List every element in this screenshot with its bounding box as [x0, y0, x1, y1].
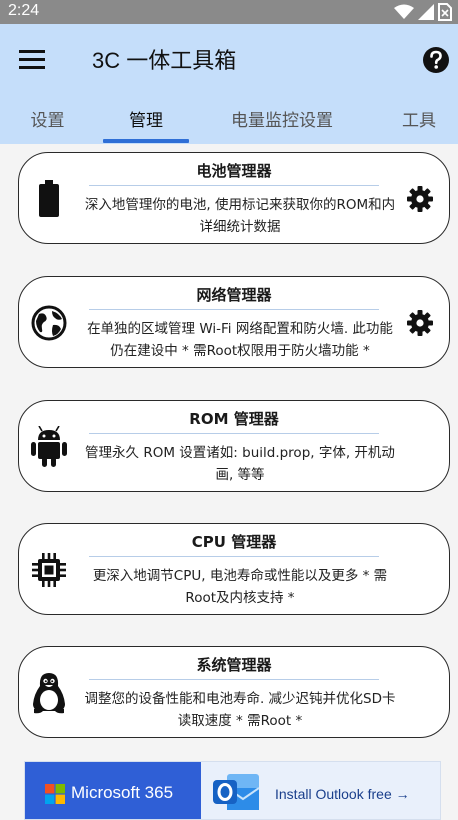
card-title: 网络管理器	[196, 286, 272, 304]
card-description: 更深入地调节CPU, 电池寿命或性能以及更多 * 需Root及内核支持 *	[92, 568, 388, 606]
system-manager-card[interactable]: 系统管理器 调整您的设备性能和电池寿命. 减少迟钝并优化SD卡读取速度 * 需R…	[18, 646, 450, 738]
card-divider	[89, 185, 379, 186]
help-icon[interactable]	[422, 46, 450, 74]
card-description: 调整您的设备性能和电池寿命. 减少迟钝并优化SD卡读取速度 * 需Root *	[84, 691, 396, 729]
settings-gear-icon[interactable]	[405, 308, 435, 338]
status-time: 2:24	[8, 2, 40, 19]
card-divider	[89, 679, 379, 680]
outlook-icon	[213, 774, 260, 810]
status-bar: 2:24	[0, 0, 458, 24]
card-title: CPU 管理器	[191, 533, 277, 551]
settings-gear-icon[interactable]	[405, 184, 435, 214]
card-divider	[89, 309, 379, 310]
linux-penguin-icon	[29, 673, 69, 714]
ad-brand-panel: Microsoft 365	[25, 762, 201, 819]
rom-manager-card[interactable]: ROM 管理器 管理永久 ROM 设置诸如: build.prop, 字体, 开…	[18, 400, 450, 492]
microsoft-logo-icon	[45, 784, 65, 804]
ad-banner[interactable]: Microsoft 365 Install Outlook free →	[24, 761, 441, 820]
manager-list: 电池管理器 深入地管理你的电池, 使用标记来获取你的ROM和内详细统计数据 网络…	[0, 144, 458, 820]
card-title: 系统管理器	[196, 656, 272, 674]
wifi-icon	[394, 4, 414, 19]
install-outlook-link[interactable]: Install Outlook free →	[275, 784, 410, 804]
card-description: 深入地管理你的电池, 使用标记来获取你的ROM和内详细统计数据	[84, 197, 396, 235]
cpu-chip-icon	[29, 550, 69, 590]
sim-icon	[438, 3, 452, 21]
cpu-manager-card[interactable]: CPU 管理器 更深入地调节CPU, 电池寿命或性能以及更多 * 需Root及内…	[18, 523, 450, 615]
card-description: 在单独的区域管理 Wi-Fi 网络配置和防火墙. 此功能仍在建设中 * 需Roo…	[87, 321, 393, 359]
app-bar: 3C 一体工具箱	[0, 24, 458, 99]
active-tab-indicator	[103, 139, 189, 143]
tab-power-monitor-settings[interactable]: 电量监控设置	[216, 99, 348, 144]
tab-settings[interactable]: 设置	[10, 99, 85, 144]
app-title: 3C 一体工具箱	[92, 48, 237, 73]
card-title: ROM 管理器	[189, 410, 279, 428]
tab-manage[interactable]: 管理	[103, 99, 189, 144]
battery-manager-card[interactable]: 电池管理器 深入地管理你的电池, 使用标记来获取你的ROM和内详细统计数据	[18, 152, 450, 244]
globe-icon	[29, 303, 69, 343]
hamburger-menu-icon[interactable]	[18, 48, 50, 74]
tab-bar: 设置 管理 电量监控设置 工具	[0, 99, 458, 144]
battery-icon	[29, 179, 69, 219]
card-divider	[89, 433, 379, 434]
card-description: 管理永久 ROM 设置诸如: build.prop, 字体, 开机动画, 等等	[85, 445, 395, 483]
card-divider	[89, 556, 379, 557]
status-icons	[394, 3, 452, 21]
card-title: 电池管理器	[196, 162, 272, 180]
tab-tools[interactable]: 工具	[388, 99, 450, 144]
network-manager-card[interactable]: 网络管理器 在单独的区域管理 Wi-Fi 网络配置和防火墙. 此功能仍在建设中 …	[18, 276, 450, 368]
ad-brand-text: Microsoft 365	[71, 783, 174, 802]
signal-icon	[418, 4, 434, 20]
android-icon	[29, 426, 69, 467]
